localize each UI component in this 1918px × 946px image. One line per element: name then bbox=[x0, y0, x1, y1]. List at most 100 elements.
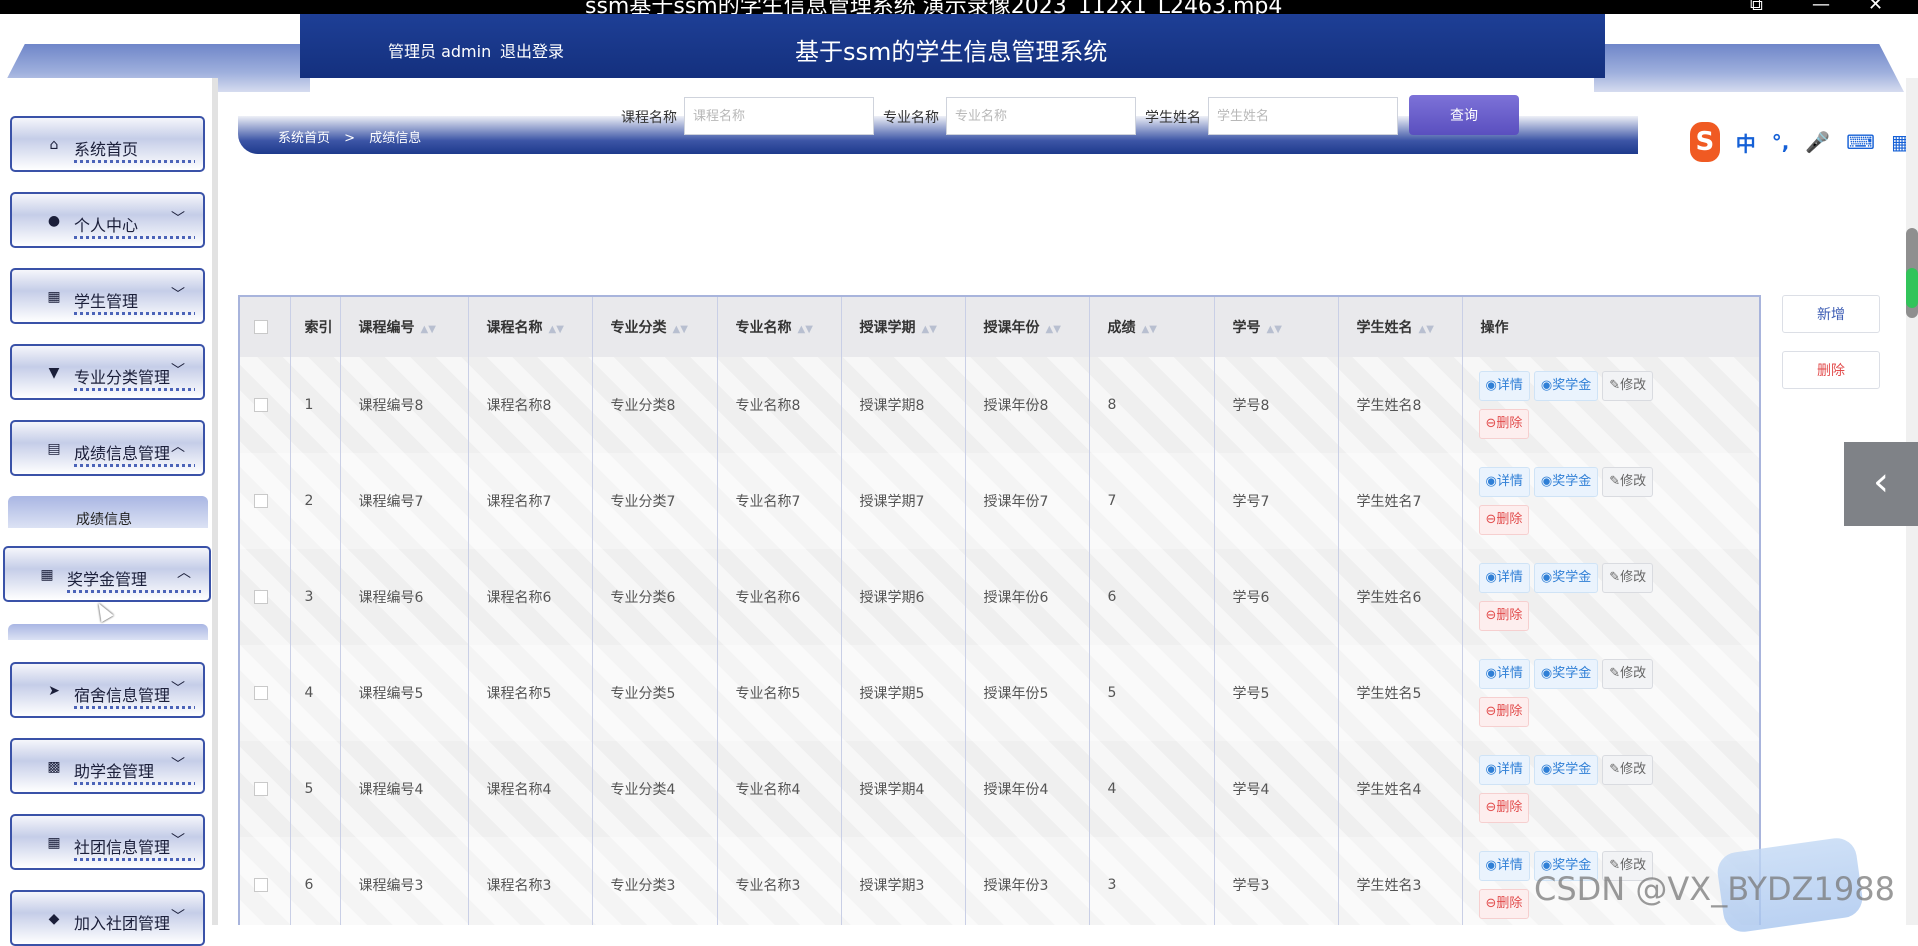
student-name-input[interactable] bbox=[1208, 97, 1398, 135]
sidebar-item-join-club[interactable]: ◆ 加入社团管理 ﹀ bbox=[10, 890, 205, 946]
batch-delete-button[interactable]: 删除 bbox=[1782, 351, 1880, 389]
sidebar-item-major-category[interactable]: ▼ 专业分类管理 ﹀ bbox=[10, 344, 205, 400]
delete-button[interactable]: ⊖删除 bbox=[1478, 505, 1530, 535]
table-cell: 专业名称4 bbox=[717, 741, 842, 837]
detail-button[interactable]: ◉详情 bbox=[1478, 659, 1530, 689]
keyboard-icon[interactable]: ⌨ bbox=[1846, 130, 1875, 154]
row-checkbox[interactable] bbox=[240, 837, 291, 925]
table-cell: 专业分类5 bbox=[592, 645, 718, 741]
scholarship-button[interactable]: ◉奖学金 bbox=[1533, 371, 1599, 401]
minus-circle-icon: ⊖ bbox=[1485, 608, 1497, 623]
ime-language-toggle[interactable]: 中 bbox=[1736, 128, 1756, 157]
edit-button[interactable]: ✎修改 bbox=[1602, 755, 1654, 785]
edit-button[interactable]: ✎修改 bbox=[1602, 371, 1654, 401]
sort-icon[interactable]: ▲▼ bbox=[1142, 324, 1157, 335]
column-header-semester[interactable]: 授课学期 ▲▼ bbox=[841, 297, 966, 357]
breadcrumb-home[interactable]: 系统首页 bbox=[278, 131, 330, 146]
window-restore-icon[interactable]: ⧉ bbox=[1750, 0, 1763, 14]
row-checkbox[interactable] bbox=[240, 357, 291, 453]
eye-icon: ◉ bbox=[1485, 570, 1497, 585]
sort-icon[interactable]: ▲▼ bbox=[1267, 324, 1282, 335]
sidebar-item-dormitory[interactable]: ➤ 宿舍信息管理 ﹀ bbox=[10, 662, 205, 718]
table-cell: 专业分类3 bbox=[592, 837, 718, 925]
sidebar-item-label: 社团信息管理 bbox=[74, 838, 171, 857]
window-close-icon[interactable]: ✕ bbox=[1868, 0, 1883, 14]
sidebar-item-scholarship[interactable]: ▦ 奖学金管理 ︿ bbox=[3, 546, 211, 602]
row-checkbox[interactable] bbox=[240, 549, 291, 645]
sidebar-subitem-scholarship[interactable] bbox=[8, 624, 208, 640]
sogou-logo-icon[interactable]: S bbox=[1690, 122, 1720, 162]
column-header-year[interactable]: 授课年份 ▲▼ bbox=[965, 297, 1090, 357]
sort-icon[interactable]: ▲▼ bbox=[549, 324, 564, 335]
table-cell: 课程编号7 bbox=[340, 453, 469, 549]
sidebar-scrollbar[interactable] bbox=[212, 78, 218, 925]
sidebar-subitem-grades[interactable]: 成绩信息 bbox=[8, 496, 208, 528]
chevron-left-icon: ‹ bbox=[1873, 459, 1889, 505]
row-checkbox[interactable] bbox=[240, 645, 291, 741]
sort-icon[interactable]: ▲▼ bbox=[1419, 324, 1434, 335]
column-header-student-id[interactable]: 学号 ▲▼ bbox=[1214, 297, 1339, 357]
scholarship-button[interactable]: ◉奖学金 bbox=[1533, 563, 1599, 593]
sidebar-item-grant[interactable]: ▩ 助学金管理 ﹀ bbox=[10, 738, 205, 794]
select-all-checkbox[interactable] bbox=[240, 297, 291, 357]
scholarship-button[interactable]: ◉奖学金 bbox=[1533, 755, 1599, 785]
sort-icon[interactable]: ▲▼ bbox=[421, 324, 436, 335]
row-checkbox[interactable] bbox=[240, 741, 291, 837]
scholarship-button[interactable]: ◉奖学金 bbox=[1533, 659, 1599, 689]
sort-icon[interactable]: ▲▼ bbox=[798, 324, 813, 335]
logout-link[interactable]: 退出登录 bbox=[500, 38, 564, 62]
column-header-major-category[interactable]: 专业分类 ▲▼ bbox=[592, 297, 718, 357]
query-button[interactable]: 查询 bbox=[1409, 95, 1519, 135]
sort-icon[interactable]: ▲▼ bbox=[922, 324, 937, 335]
table-cell: 课程编号3 bbox=[340, 837, 469, 925]
row-checkbox[interactable] bbox=[240, 453, 291, 549]
sidebar-item-students[interactable]: ▦ 学生管理 ﹀ bbox=[10, 268, 205, 324]
microphone-icon[interactable]: 🎤 bbox=[1805, 130, 1830, 154]
detail-button[interactable]: ◉详情 bbox=[1478, 467, 1530, 497]
scholarship-button[interactable]: ◉奖学金 bbox=[1533, 467, 1599, 497]
delete-button[interactable]: ⊖删除 bbox=[1478, 889, 1530, 919]
detail-button[interactable]: ◉详情 bbox=[1478, 755, 1530, 785]
table-cell: 专业名称6 bbox=[717, 549, 842, 645]
column-header-score[interactable]: 成绩 ▲▼ bbox=[1089, 297, 1215, 357]
column-header-major-name[interactable]: 专业名称 ▲▼ bbox=[717, 297, 842, 357]
detail-button[interactable]: ◉详情 bbox=[1478, 851, 1530, 881]
delete-button[interactable]: ⊖删除 bbox=[1478, 793, 1530, 823]
delete-button[interactable]: ⊖删除 bbox=[1478, 601, 1530, 631]
delete-button[interactable]: ⊖删除 bbox=[1478, 697, 1530, 727]
detail-button[interactable]: ◉详情 bbox=[1478, 563, 1530, 593]
sidebar-item-home[interactable]: ⌂ 系统首页 bbox=[10, 116, 205, 172]
detail-label: 详情 bbox=[1496, 666, 1523, 681]
edit-label: 修改 bbox=[1620, 666, 1647, 681]
sidebar-item-profile[interactable]: ● 个人中心 ﹀ bbox=[10, 192, 205, 248]
detail-label: 详情 bbox=[1496, 762, 1523, 777]
sort-icon[interactable]: ▲▼ bbox=[673, 324, 688, 335]
delete-button[interactable]: ⊖删除 bbox=[1478, 409, 1530, 439]
sidebar-item-grades[interactable]: ▤ 成绩信息管理 ︿ bbox=[10, 420, 205, 476]
table-cell: 授课年份6 bbox=[965, 549, 1090, 645]
column-header-index: 索引 bbox=[290, 297, 341, 357]
header-label: 学号 bbox=[1232, 320, 1261, 336]
sidebar-item-label: 助学金管理 bbox=[74, 762, 155, 781]
course-name-input[interactable] bbox=[684, 97, 874, 135]
major-name-input[interactable] bbox=[946, 97, 1136, 135]
sidebar-item-club[interactable]: ▦ 社团信息管理 ﹀ bbox=[10, 814, 205, 870]
add-button[interactable]: 新增 bbox=[1782, 295, 1880, 333]
delete-label: 删除 bbox=[1496, 896, 1523, 911]
edit-button[interactable]: ✎修改 bbox=[1602, 659, 1654, 689]
panel-collapse-button[interactable]: ‹ bbox=[1844, 442, 1918, 526]
table-cell: 学生姓名4 bbox=[1338, 741, 1463, 837]
edit-button[interactable]: ✎修改 bbox=[1602, 563, 1654, 593]
sort-icon[interactable]: ▲▼ bbox=[1046, 324, 1061, 335]
ime-punctuation-toggle[interactable]: °, bbox=[1772, 130, 1790, 154]
grid-icon: ▦ bbox=[47, 835, 61, 851]
detail-button[interactable]: ◉详情 bbox=[1478, 371, 1530, 401]
column-header-course-name[interactable]: 课程名称 ▲▼ bbox=[468, 297, 593, 357]
edit-button[interactable]: ✎修改 bbox=[1602, 467, 1654, 497]
column-header-student-name[interactable]: 学生姓名 ▲▼ bbox=[1338, 297, 1463, 357]
menu-decoration bbox=[74, 782, 195, 785]
home-icon: ⌂ bbox=[49, 137, 59, 153]
menu-decoration bbox=[74, 858, 195, 861]
window-minimize-icon[interactable]: — bbox=[1812, 0, 1830, 14]
column-header-course-id[interactable]: 课程编号 ▲▼ bbox=[340, 297, 469, 357]
